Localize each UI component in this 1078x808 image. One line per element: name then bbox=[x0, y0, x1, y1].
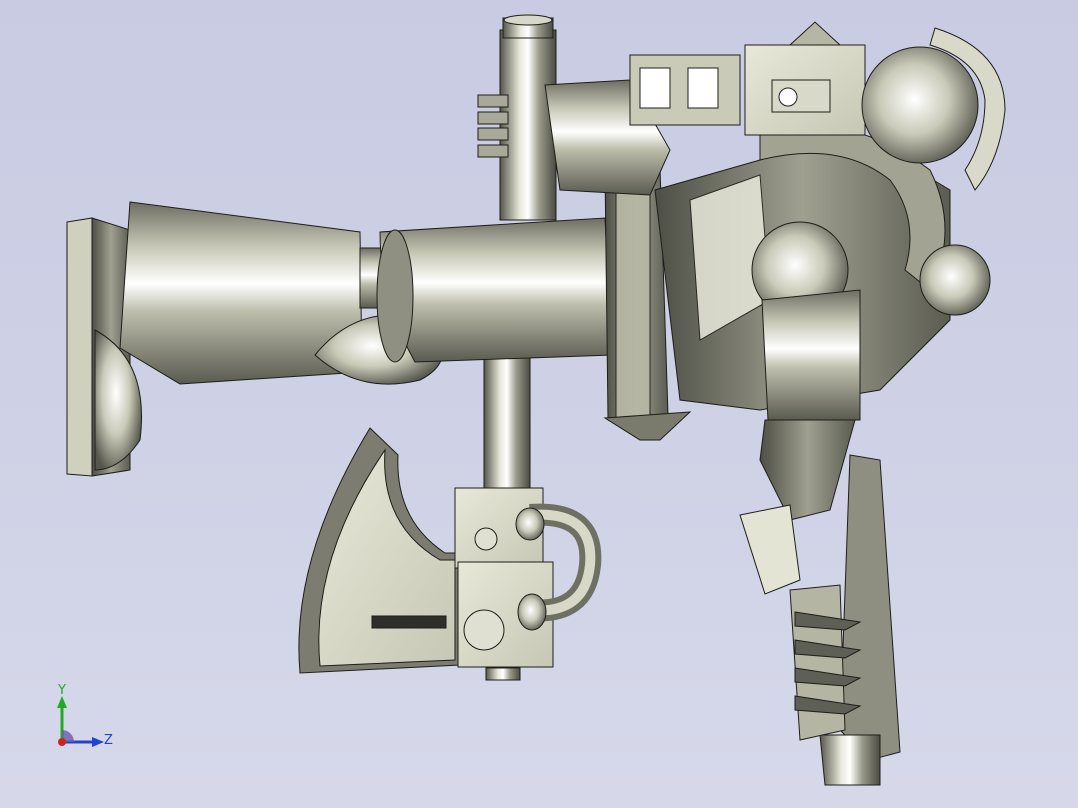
gun-axe-3d-model[interactable] bbox=[0, 0, 1078, 808]
cad-3d-viewport[interactable]: Y Z bbox=[0, 0, 1078, 808]
origin-marker bbox=[58, 738, 66, 746]
coordinate-triad-icon: Y Z bbox=[57, 684, 113, 748]
z-axis-label: Z bbox=[104, 733, 113, 748]
z-axis-arrow-icon bbox=[92, 737, 104, 747]
barrel-front-section[interactable] bbox=[376, 217, 613, 363]
axe-head[interactable] bbox=[298, 427, 461, 674]
y-axis-label: Y bbox=[57, 684, 66, 698]
